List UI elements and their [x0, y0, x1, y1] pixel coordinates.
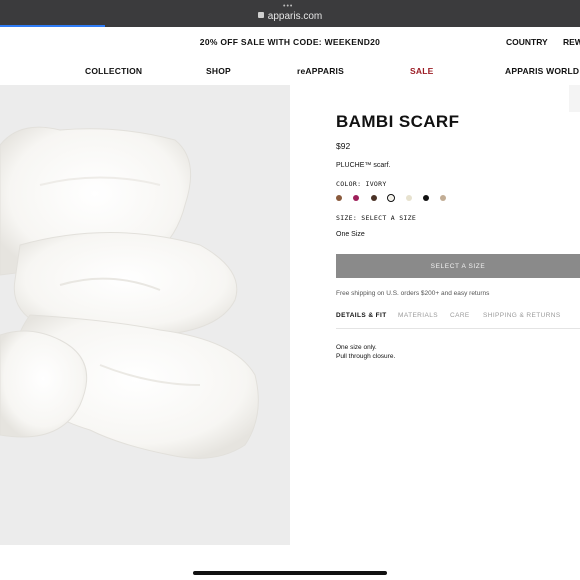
- url-text: apparis.com: [267, 11, 323, 22]
- home-indicator[interactable]: [193, 571, 387, 575]
- details-line: One size only.: [336, 344, 377, 351]
- swatch-brown[interactable]: [336, 195, 342, 201]
- tab-care[interactable]: CARE: [450, 312, 470, 319]
- nav-item-shop[interactable]: SHOP: [206, 66, 231, 76]
- swatch-berry[interactable]: [353, 195, 359, 201]
- browser-toolbar: ••• apparis.com: [0, 0, 580, 27]
- product-image[interactable]: [0, 85, 290, 545]
- swatch-ivory[interactable]: [387, 194, 395, 202]
- tab-shipping-returns[interactable]: SHIPPING & RETURNS: [483, 312, 561, 319]
- nav-item-sale[interactable]: SALE: [410, 66, 433, 76]
- product-price: $92: [336, 141, 351, 151]
- shipping-note: Free shipping on U.S. orders $200+ and e…: [336, 290, 490, 297]
- details-fit-content: One size only. Pull through closure.: [336, 343, 395, 361]
- details-line: Pull through closure.: [336, 353, 396, 360]
- product-title: BAMBI SCARF: [336, 112, 460, 131]
- lock-icon: [257, 12, 264, 18]
- nav-item-collection[interactable]: COLLECTION: [85, 66, 142, 76]
- image-edge: [569, 85, 580, 112]
- promo-message: 20% OFF SALE WITH CODE: WEEKEND20: [199, 37, 381, 47]
- rewards-link[interactable]: REW: [563, 37, 580, 47]
- nav-item-reapparis[interactable]: reAPPARIS: [297, 66, 344, 76]
- color-label: COLOR: IVORY: [336, 180, 387, 188]
- select-size-button[interactable]: SELECT A SIZE: [336, 254, 580, 278]
- promo-bar: 20% OFF SALE WITH CODE: WEEKEND20 COUNTR…: [0, 27, 580, 58]
- swatch-cream[interactable]: [406, 195, 412, 201]
- tab-details-fit[interactable]: DETAILS & FIT: [336, 312, 387, 319]
- size-option-one-size[interactable]: One Size: [336, 231, 365, 238]
- nav-item-apparis-world[interactable]: APPARIS WORLD: [505, 66, 579, 76]
- more-dots-icon[interactable]: •••: [283, 3, 293, 10]
- swatch-dark-brown[interactable]: [371, 195, 377, 201]
- product-description: PLUCHE™ scarf.: [336, 162, 391, 169]
- main-nav: COLLECTION SHOP reAPPARIS SALE APPARIS W…: [0, 57, 580, 84]
- swatch-black[interactable]: [423, 195, 429, 201]
- size-label: SIZE: SELECT A SIZE: [336, 214, 417, 222]
- swatch-taupe[interactable]: [440, 195, 446, 201]
- address-bar[interactable]: apparis.com: [0, 11, 580, 22]
- product-info-tabs: DETAILS & FIT MATERIALS CARE SHIPPING & …: [336, 312, 580, 329]
- tab-materials[interactable]: MATERIALS: [398, 312, 438, 319]
- country-link[interactable]: COUNTRY: [506, 37, 548, 47]
- scarf-image: [0, 126, 259, 459]
